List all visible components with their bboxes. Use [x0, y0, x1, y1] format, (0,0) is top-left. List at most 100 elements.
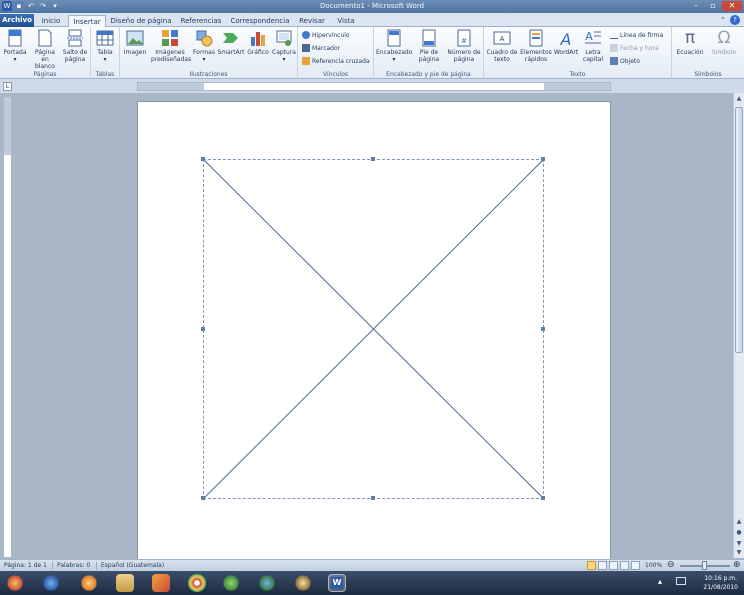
- group-ilustraciones: Imagen Imágenes prediseñadas Formas ▾ Sma…: [120, 27, 298, 79]
- picture-icon: [126, 30, 144, 46]
- tray-arrow-icon[interactable]: ▴: [658, 577, 662, 586]
- tab-selector[interactable]: L: [3, 82, 12, 91]
- maximize-button[interactable]: ▫: [705, 1, 721, 11]
- resize-handle-left[interactable]: [201, 327, 205, 331]
- fecha-hora-button[interactable]: Fecha y hora: [610, 44, 659, 52]
- zoom-level[interactable]: 100%: [645, 562, 662, 569]
- zoom-slider-thumb[interactable]: [702, 561, 707, 570]
- pie-pagina-button[interactable]: Pie de página: [414, 29, 444, 63]
- close-button[interactable]: ✕: [722, 1, 742, 11]
- winamp-icon[interactable]: [152, 574, 170, 592]
- bookmark-icon: [302, 44, 310, 52]
- tab-diseno-pagina[interactable]: Diseño de página: [108, 15, 174, 27]
- numero-pagina-button[interactable]: # Número de página: [446, 29, 482, 63]
- vertical-ruler[interactable]: [3, 96, 12, 558]
- tab-insertar[interactable]: Insertar: [68, 15, 106, 27]
- scroll-up-page-icon[interactable]: ▲: [735, 518, 743, 526]
- svg-text:#: #: [461, 37, 467, 45]
- tab-referencias[interactable]: Referencias: [176, 15, 226, 27]
- internet-explorer-icon[interactable]: [42, 574, 60, 592]
- resize-handle-bottom-left[interactable]: [201, 496, 205, 500]
- referencia-cruzada-button[interactable]: Referencia cruzada: [302, 57, 370, 65]
- chrome-icon[interactable]: [188, 574, 206, 592]
- tab-inicio[interactable]: Inicio: [36, 15, 66, 27]
- cuadro-texto-button[interactable]: A Cuadro de texto: [486, 29, 518, 63]
- scroll-thumb[interactable]: [735, 107, 743, 353]
- wordart-icon: A: [560, 30, 572, 47]
- grafico-button[interactable]: Gráfico: [244, 29, 272, 56]
- svg-text:A: A: [585, 30, 593, 43]
- browse-object-icon[interactable]: ●: [735, 529, 743, 537]
- network-icon[interactable]: [676, 577, 686, 585]
- smartart-button[interactable]: SmartArt: [217, 29, 245, 56]
- portada-button[interactable]: Portada ▾: [1, 29, 29, 63]
- scroll-up-icon[interactable]: ▲: [735, 95, 743, 103]
- help-icon[interactable]: ?: [730, 15, 740, 25]
- resize-handle-bottom-right[interactable]: [541, 496, 545, 500]
- paint-icon[interactable]: [294, 574, 312, 592]
- zoom-in-icon[interactable]: ⊕: [733, 560, 741, 570]
- web-layout-view-button[interactable]: [609, 561, 618, 570]
- wordart-button[interactable]: A WordArt: [552, 29, 580, 56]
- marcador-button[interactable]: Marcador: [302, 44, 340, 52]
- salto-pagina-button[interactable]: Salto de página: [61, 29, 89, 63]
- title-bar: W ▪ ↶ ↷ ▾ Documento1 - Microsoft Word – …: [0, 0, 744, 13]
- full-screen-view-button[interactable]: [598, 561, 607, 570]
- word-count-status[interactable]: Palabras: 0: [57, 562, 90, 569]
- draft-view-button[interactable]: [631, 561, 640, 570]
- captura-button[interactable]: Captura ▾: [270, 29, 298, 63]
- drawing-canvas[interactable]: [203, 159, 544, 499]
- objeto-button[interactable]: Objeto: [610, 57, 640, 65]
- resize-handle-right[interactable]: [541, 327, 545, 331]
- quick-parts-icon: [529, 29, 543, 47]
- resize-handle-top-right[interactable]: [541, 157, 545, 161]
- text-box-icon: A: [493, 31, 511, 45]
- scroll-down-icon[interactable]: ▼: [735, 549, 743, 557]
- letra-capital-button[interactable]: A Letra capital: [580, 29, 606, 63]
- horizontal-ruler[interactable]: [137, 82, 611, 91]
- vertical-scrollbar[interactable]: ▲ ▲ ● ▼ ▼: [733, 93, 744, 558]
- tab-vista[interactable]: Vista: [332, 15, 360, 27]
- pi-icon: π: [684, 28, 696, 48]
- page-count-status[interactable]: Página: 1 de 1: [4, 562, 47, 569]
- ecuacion-button[interactable]: π Ecuación: [674, 29, 706, 56]
- resize-handle-top-left[interactable]: [201, 157, 205, 161]
- minimize-ribbon-icon[interactable]: ⌃: [720, 15, 726, 25]
- resize-handle-top[interactable]: [371, 157, 375, 161]
- pagina-en-blanco-button[interactable]: Página en blanco: [31, 29, 59, 70]
- scroll-down-page-icon[interactable]: ▼: [735, 540, 743, 548]
- canvas-lines: [203, 159, 544, 499]
- formas-button[interactable]: Formas ▾: [190, 29, 218, 63]
- svg-text:A: A: [500, 35, 505, 43]
- print-layout-view-button[interactable]: [587, 561, 596, 570]
- shapes-icon: [196, 30, 213, 47]
- messenger-icon[interactable]: [222, 574, 240, 592]
- tabla-button[interactable]: Tabla ▾: [91, 29, 119, 63]
- tab-archivo[interactable]: Archivo: [0, 14, 34, 27]
- hipervinculo-button[interactable]: Hipervínculo: [302, 31, 350, 39]
- system-clock[interactable]: 10:16 p.m. 21/08/2010: [703, 574, 738, 592]
- tab-correspondencia[interactable]: Correspondencia: [228, 15, 292, 27]
- zoom-out-icon[interactable]: ⊖: [667, 560, 675, 570]
- encabezado-button[interactable]: Encabezado ▾: [376, 29, 412, 63]
- linea-firma-button[interactable]: Línea de firma: [610, 31, 663, 39]
- globe-icon[interactable]: [258, 574, 276, 592]
- language-status[interactable]: Español (Guatemala): [101, 562, 164, 569]
- chart-icon: [251, 32, 265, 46]
- file-explorer-icon[interactable]: [116, 574, 134, 592]
- start-button-icon[interactable]: [6, 574, 24, 592]
- ribbon-tabs: Archivo Inicio Insertar Diseño de página…: [0, 13, 744, 27]
- windows-taskbar: W ▴ 10:16 p.m. 21/08/2010: [0, 571, 744, 595]
- simbolo-button[interactable]: Ω Símbolo: [708, 29, 740, 56]
- table-icon: [96, 30, 114, 46]
- elementos-rapidos-button[interactable]: Elementos rápidos: [519, 29, 553, 63]
- imagen-button[interactable]: Imagen: [121, 29, 149, 56]
- resize-handle-bottom[interactable]: [371, 496, 375, 500]
- tab-revisar[interactable]: Revisar: [294, 15, 330, 27]
- minimize-button[interactable]: –: [688, 1, 704, 11]
- cross-reference-icon: [302, 57, 310, 65]
- outline-view-button[interactable]: [620, 561, 629, 570]
- word-taskbar-icon[interactable]: W: [328, 574, 346, 592]
- imagenes-predisenadas-button[interactable]: Imágenes prediseñadas: [151, 29, 191, 63]
- media-player-icon[interactable]: [80, 574, 98, 592]
